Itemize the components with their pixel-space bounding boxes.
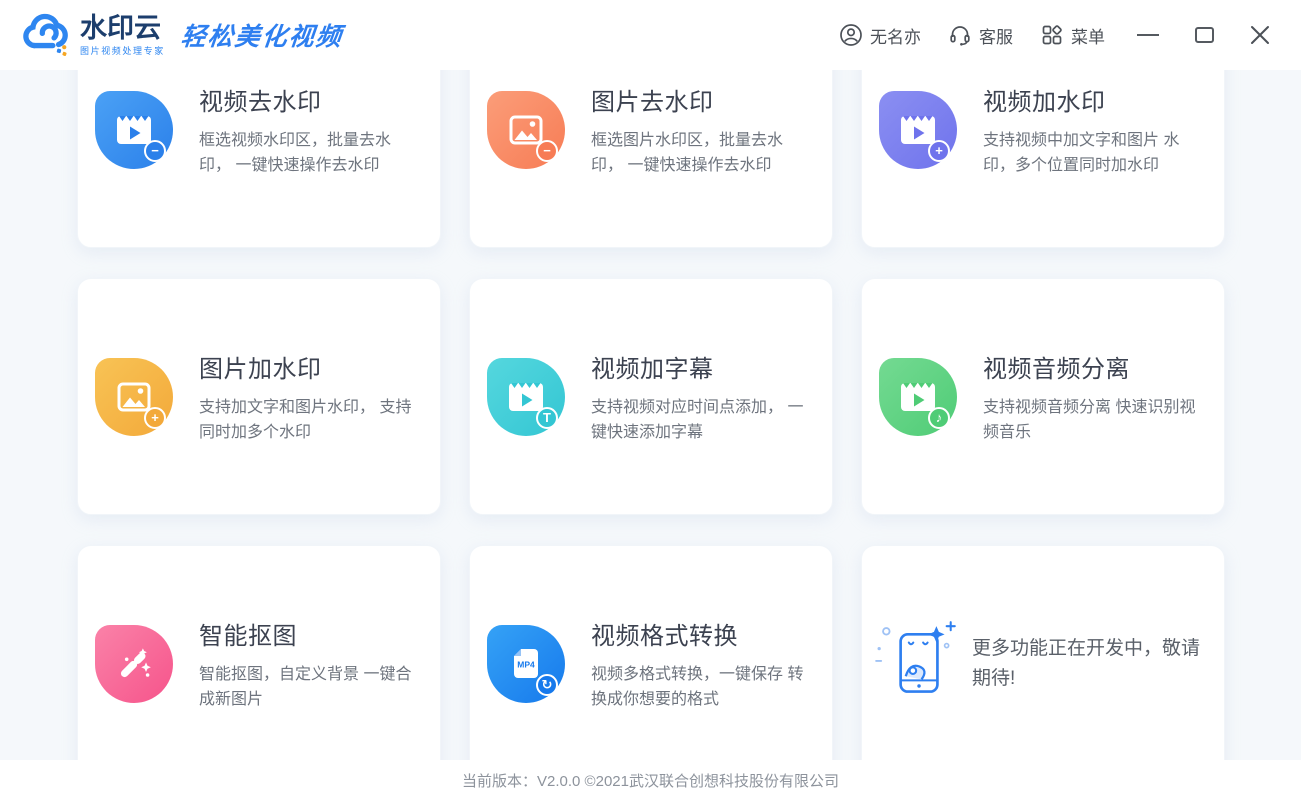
- card-title: 图片去水印: [591, 82, 814, 117]
- card-title: 视频音频分离: [983, 349, 1206, 384]
- card-video-watermark-remove[interactable]: − 视频去水印 框选视频水印区，批量去水印， 一键快速操作去水印: [77, 70, 441, 248]
- audio-separation-icon: ♪: [879, 358, 957, 436]
- card-description: 支持加文字和图片水印， 支持同时加多个水印: [199, 395, 422, 445]
- card-video-format-convert[interactable]: MP4 ↻ 视频格式转换 视频多格式转换，一键保存 转换成你想要的格式: [469, 545, 833, 760]
- cloud-logo-icon: [22, 11, 74, 59]
- card-video-watermark-add[interactable]: + 视频加水印 支持视频中加文字和图片 水印，多个位置同时加水印: [861, 70, 1225, 248]
- minus-badge-icon: −: [144, 140, 166, 162]
- menu-button[interactable]: 菜单: [1040, 23, 1105, 48]
- card-image-watermark-remove[interactable]: − 图片去水印 框选图片水印区，批量去水印， 一键快速操作去水印: [469, 70, 833, 248]
- video-watermark-add-icon: +: [879, 91, 957, 169]
- customer-service-button[interactable]: 客服: [948, 23, 1013, 48]
- menu-grid-icon: [1040, 23, 1064, 47]
- image-watermark-add-icon: +: [95, 358, 173, 436]
- feature-grid-area: − 视频去水印 框选视频水印区，批量去水印， 一键快速操作去水印 − 图片去水印…: [0, 70, 1301, 760]
- mp4-label: MP4: [517, 659, 535, 669]
- card-more-features: 更多功能正在开发中，敬请期待!: [861, 545, 1225, 760]
- close-button[interactable]: [1247, 22, 1273, 48]
- status-bar: 当前版本：V2.0.0 ©2021武汉联合创想科技股份有限公司: [0, 760, 1301, 800]
- card-image-watermark-add[interactable]: + 图片加水印 支持加文字和图片水印， 支持同时加多个水印: [77, 278, 441, 515]
- card-title: 图片加水印: [199, 349, 422, 384]
- card-description: 支持视频音频分离 快速识别视频音乐: [983, 395, 1206, 445]
- minimize-icon: [1137, 34, 1159, 36]
- smart-cutout-icon: [95, 625, 173, 703]
- card-title: 视频加水印: [983, 82, 1206, 117]
- app-tagline: 图片视频处理专家: [80, 44, 165, 57]
- headset-icon: [948, 23, 972, 47]
- card-video-subtitle-add[interactable]: T 视频加字幕 支持视频对应时间点添加， 一键快速添加字幕: [469, 278, 833, 515]
- card-title: 视频去水印: [199, 82, 422, 117]
- card-description: 智能抠图，自定义背景 一键合成新图片: [199, 662, 422, 712]
- card-title: 智能抠图: [199, 616, 422, 651]
- app-name: 水印云: [80, 14, 165, 42]
- more-features-text: 更多功能正在开发中，敬请期待!: [972, 634, 1208, 694]
- maximize-button[interactable]: [1191, 22, 1217, 48]
- user-account-button[interactable]: 无名亦: [839, 23, 921, 48]
- user-icon: [839, 23, 863, 47]
- user-name: 无名亦: [870, 23, 921, 48]
- text-badge-icon: T: [536, 407, 558, 429]
- music-note-badge-icon: ♪: [928, 407, 950, 429]
- card-smart-cutout[interactable]: 智能抠图 智能抠图，自定义背景 一键合成新图片: [77, 545, 441, 760]
- card-description: 支持视频对应时间点添加， 一键快速添加字幕: [591, 395, 814, 445]
- minus-badge-icon: −: [536, 140, 558, 162]
- under-construction-icon: [872, 618, 964, 710]
- magic-wand-icon: [111, 641, 157, 687]
- feature-grid: − 视频去水印 框选视频水印区，批量去水印， 一键快速操作去水印 − 图片去水印…: [77, 70, 1225, 760]
- image-watermark-remove-icon: −: [487, 91, 565, 169]
- version-copyright-text: 当前版本：V2.0.0 ©2021武汉联合创想科技股份有限公司: [462, 770, 839, 791]
- plus-badge-icon: +: [144, 407, 166, 429]
- title-bar: 水印云 图片视频处理专家 轻松美化视频 无名亦: [0, 0, 1301, 70]
- menu-label: 菜单: [1071, 23, 1105, 48]
- video-watermark-remove-icon: −: [95, 91, 173, 169]
- card-description: 框选视频水印区，批量去水印， 一键快速操作去水印: [199, 128, 422, 178]
- card-audio-separation[interactable]: ♪ 视频音频分离 支持视频音频分离 快速识别视频音乐: [861, 278, 1225, 515]
- card-description: 视频多格式转换，一键保存 转换成你想要的格式: [591, 662, 814, 712]
- close-icon: [1249, 24, 1271, 46]
- customer-service-label: 客服: [979, 23, 1013, 48]
- card-description: 支持视频中加文字和图片 水印，多个位置同时加水印: [983, 128, 1206, 178]
- card-title: 视频加字幕: [591, 349, 814, 384]
- app-slogan: 轻松美化视频: [179, 17, 345, 53]
- maximize-icon: [1195, 27, 1214, 43]
- card-title: 视频格式转换: [591, 616, 814, 651]
- card-description: 框选图片水印区，批量去水印， 一键快速操作去水印: [591, 128, 814, 178]
- app-logo: 水印云 图片视频处理专家: [22, 11, 165, 59]
- video-format-convert-icon: MP4 ↻: [487, 625, 565, 703]
- convert-badge-icon: ↻: [536, 674, 558, 696]
- plus-badge-icon: +: [928, 140, 950, 162]
- minimize-button[interactable]: [1135, 22, 1161, 48]
- video-subtitle-add-icon: T: [487, 358, 565, 436]
